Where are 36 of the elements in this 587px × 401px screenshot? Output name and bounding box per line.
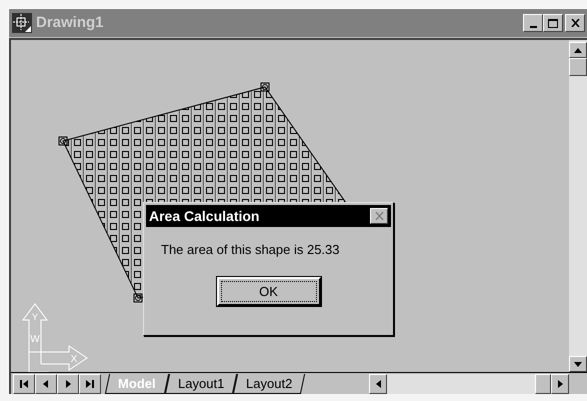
previous-tab-button[interactable] xyxy=(35,374,57,394)
right-arrow-icon xyxy=(85,378,95,388)
vertical-scrollbar[interactable] xyxy=(569,40,587,372)
scroll-up-button[interactable] xyxy=(569,42,587,58)
maximize-button[interactable] xyxy=(543,14,563,32)
scroll-thumb[interactable] xyxy=(569,58,587,76)
last-tab-button[interactable] xyxy=(79,374,101,394)
horizontal-scrollbar[interactable] xyxy=(369,374,569,394)
close-button[interactable] xyxy=(565,14,585,32)
first-tab-button[interactable] xyxy=(13,374,35,394)
grip-icon[interactable] xyxy=(58,136,68,146)
dialog-close-button[interactable] xyxy=(370,208,388,224)
right-arrow-icon xyxy=(558,380,562,388)
scroll-right-button[interactable] xyxy=(551,374,569,394)
layout-tab[interactable]: Layout1 xyxy=(164,374,237,394)
close-icon xyxy=(570,19,580,27)
drawing-app-icon xyxy=(12,13,32,33)
close-icon xyxy=(374,212,384,220)
grip-icon[interactable] xyxy=(134,294,142,302)
horizontal-scroll-thumb[interactable] xyxy=(535,374,551,394)
window-title: Drawing1 xyxy=(36,12,105,33)
left-arrow-icon xyxy=(41,378,51,388)
scroll-left-button[interactable] xyxy=(369,374,387,394)
dialog-message: The area of this shape is 25.33 xyxy=(161,241,341,259)
ok-button[interactable]: OK xyxy=(216,276,320,306)
dialog-title: Area Calculation xyxy=(149,206,260,226)
grip-icon[interactable] xyxy=(260,82,270,92)
left-arrow-icon xyxy=(19,378,29,388)
up-arrow-icon xyxy=(574,48,582,52)
layout-tab[interactable]: Layout2 xyxy=(232,374,306,394)
next-tab-button[interactable] xyxy=(57,374,79,394)
scroll-down-button[interactable] xyxy=(569,356,587,372)
left-arrow-icon xyxy=(376,380,380,388)
right-arrow-icon xyxy=(63,378,73,388)
minimize-button[interactable] xyxy=(523,14,543,32)
down-arrow-icon xyxy=(574,362,582,366)
